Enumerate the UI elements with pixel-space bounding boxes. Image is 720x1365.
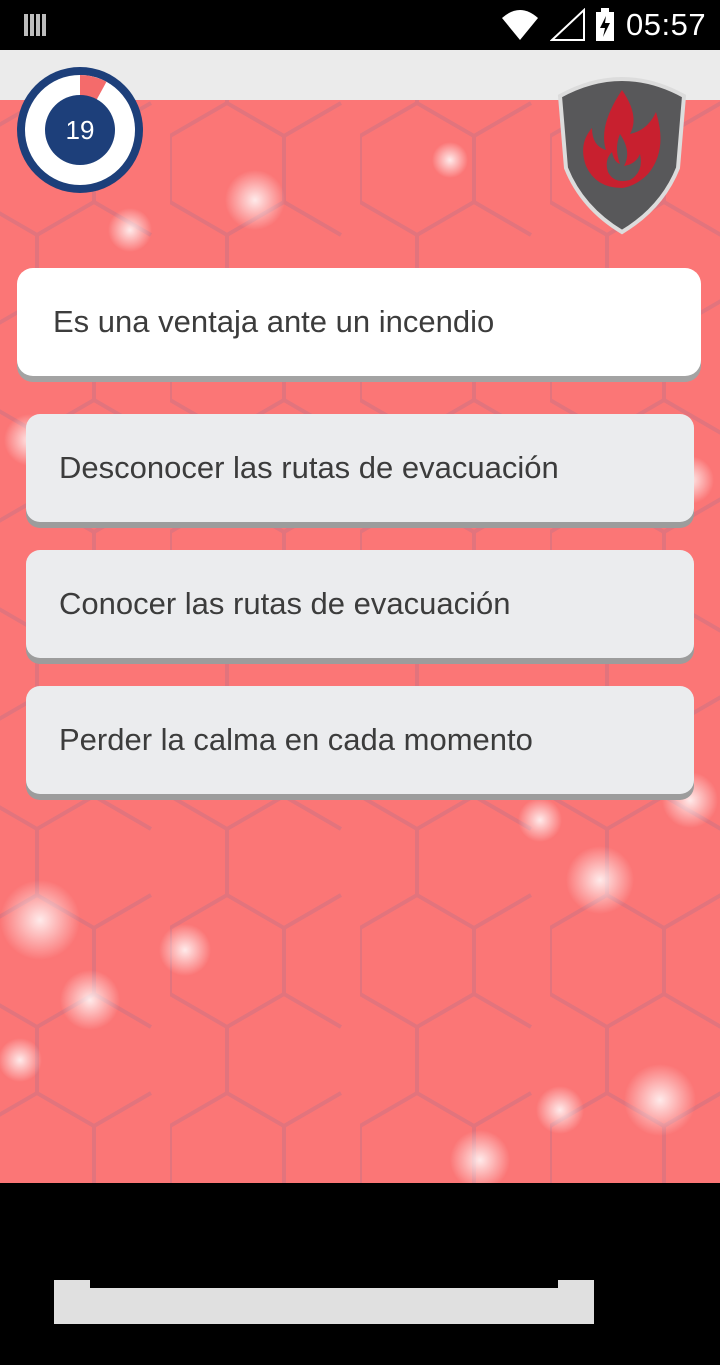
notification-icon [24,14,46,36]
signal-icon [550,8,585,41]
question-text: Es una ventaja ante un incendio [53,304,495,339]
question-card: Es una ventaja ante un incendio [17,268,701,376]
timer-seconds: 19 [65,114,95,145]
status-time: 05:57 [626,7,707,42]
answer-option-label: Conocer las rutas de evacuación [59,586,511,621]
status-bar: 05:57 [0,0,720,50]
answer-option-2[interactable]: Conocer las rutas de evacuación [26,550,694,658]
answer-option-1[interactable]: Desconocer las rutas de evacuación [26,414,694,522]
answer-option-3[interactable]: Perder la calma en cada momento [26,686,694,794]
answer-option-label: Perder la calma en cada momento [59,722,533,757]
battery-charging-icon [596,8,614,41]
shield-flame-logo [557,77,687,235]
wifi-icon [502,10,538,40]
answer-option-label: Desconocer las rutas de evacuación [59,450,559,485]
system-nav-bar [0,1183,720,1280]
